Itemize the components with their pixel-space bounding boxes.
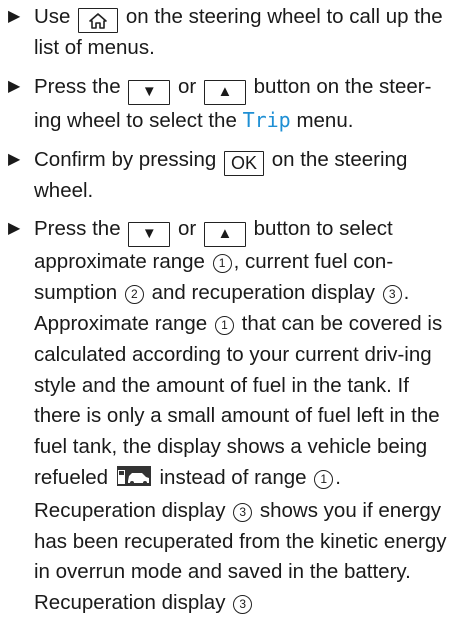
marker-1: 1 bbox=[212, 254, 232, 274]
marker-3: 3 bbox=[233, 502, 253, 522]
up-arrow-icon: ▲ bbox=[203, 79, 246, 105]
recuperation-paragraph: Recuperation display 3 shows you if ener… bbox=[34, 498, 447, 615]
ok-button-label: OK bbox=[224, 150, 265, 176]
refuel-vehicle-icon bbox=[116, 465, 151, 486]
step-confirm: ▶ Confirm by pressing OK on the steering… bbox=[7, 145, 455, 207]
marker-2: 2 bbox=[124, 285, 144, 305]
step-call-menu: ▶ Use on the steering wheel to call up t… bbox=[7, 2, 455, 64]
step-select-display: ▶ Press the ▼ or ▲ button to select appr… bbox=[7, 214, 455, 493]
trip-menu-name: Trip bbox=[242, 107, 291, 132]
home-button-icon bbox=[78, 8, 119, 33]
step-select-trip: ▶ Press the ▼ or ▲ button on the steer-i… bbox=[7, 72, 455, 137]
bullet-icon: ▶ bbox=[8, 150, 21, 168]
marker-3: 3 bbox=[233, 595, 253, 615]
down-arrow-icon: ▼ bbox=[128, 222, 171, 248]
marker-3: 3 bbox=[382, 285, 402, 305]
bullet-icon: ▶ bbox=[8, 77, 21, 95]
down-arrow-icon: ▼ bbox=[128, 79, 171, 105]
bullet-icon: ▶ bbox=[8, 8, 21, 25]
up-arrow-icon: ▲ bbox=[203, 222, 246, 248]
marker-1: 1 bbox=[314, 469, 334, 489]
instruction-page: ▶ Use on the steering wheel to call up t… bbox=[0, 0, 463, 619]
marker-1: 1 bbox=[214, 315, 234, 335]
bullet-icon: ▶ bbox=[8, 220, 21, 238]
home-icon bbox=[89, 13, 107, 29]
